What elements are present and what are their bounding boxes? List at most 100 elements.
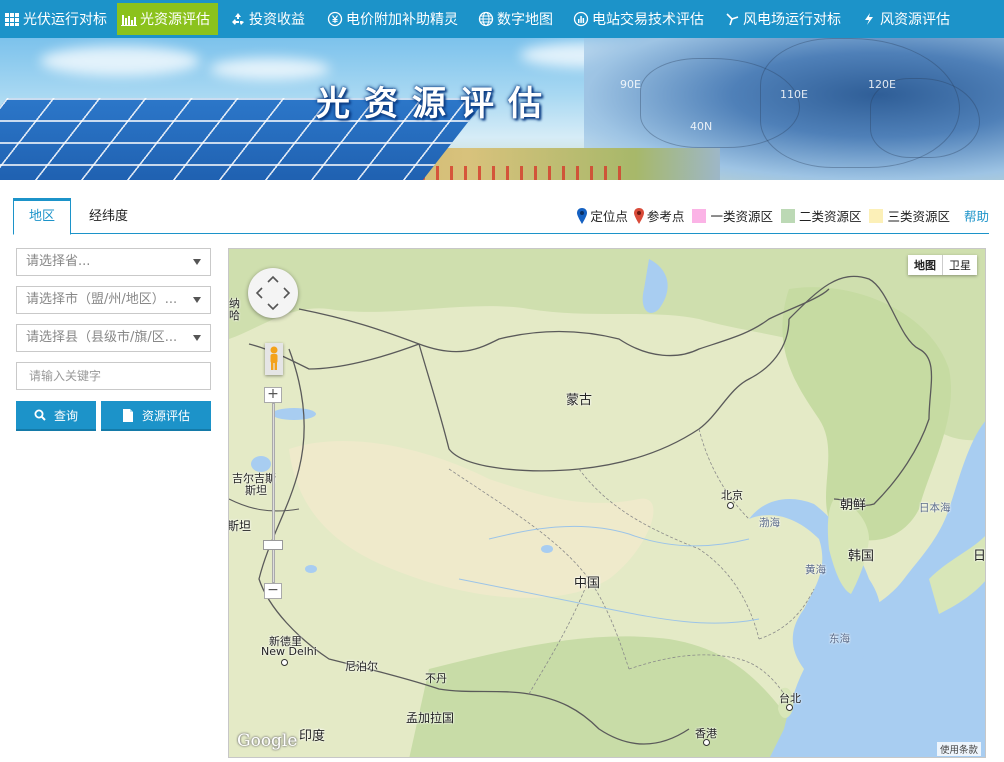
nav-label: 投资收益 — [249, 12, 305, 28]
legend-class3-label: 三类资源区 — [887, 209, 950, 224]
province-select-value: 请选择省... — [26, 254, 91, 269]
map-legend: 定位点 参考点 一类资源区 二类资源区 三类资源区 帮助 — [577, 206, 989, 225]
map-label-sea-of-japan: 日本海 — [919, 502, 951, 514]
assess-button[interactable]: 资源评估 — [101, 401, 211, 431]
recycle-icon — [230, 11, 246, 27]
page-title: 光资源评估 — [316, 84, 556, 124]
yuan-circle-icon — [327, 11, 343, 27]
banner-grid-label: 120E — [868, 78, 896, 91]
nav-label: 电站交易技术评估 — [592, 12, 704, 28]
grid-icon — [4, 11, 20, 27]
google-logo: Google — [237, 731, 298, 751]
legend-reference-label: 参考点 — [646, 209, 685, 224]
city-dot-beijing — [727, 502, 734, 509]
chevron-down-icon — [193, 259, 201, 265]
map-label-kyrgyzstan-2: 斯坦 — [245, 484, 267, 497]
map-view[interactable]: 蒙古 中国 朝鲜 韩国 日本海 日 北京 渤海 黄海 东海 台北 香港 印度 孟… — [228, 248, 986, 758]
map-label-edge-2: 哈 — [229, 309, 240, 322]
city-dot-hongkong — [703, 739, 710, 746]
zoom-in-button[interactable]: + — [264, 387, 282, 403]
banner-cloud — [210, 58, 330, 80]
street-view-pegman[interactable] — [265, 343, 283, 375]
pan-control[interactable] — [248, 268, 298, 318]
document-icon — [122, 408, 133, 422]
map-label-beijing: 北京 — [721, 489, 743, 502]
chevron-down-icon — [193, 297, 201, 303]
zoom-out-button[interactable]: − — [264, 583, 282, 599]
nav-item-wind-resource[interactable]: 风资源评估 — [857, 3, 958, 35]
banner-grid-label: 90E — [620, 78, 641, 91]
map-label-japan: 日 — [973, 549, 986, 564]
map-type-satellite[interactable]: 卫星 — [943, 255, 977, 275]
nav-item-solar-resource[interactable]: 光资源评估 — [117, 3, 218, 35]
help-link[interactable]: 帮助 — [964, 206, 989, 225]
reference-pin-icon — [633, 207, 644, 224]
legend-class3-swatch — [869, 208, 884, 223]
page-banner: 90E 110E 120E 40N 光资源评估 — [0, 38, 1004, 180]
county-select[interactable]: 请选择县（县级市/旗/区... — [16, 324, 211, 352]
wind-icon — [724, 11, 740, 27]
nav-label: 风资源评估 — [880, 12, 950, 28]
map-type-toggle: 地图 卫星 — [908, 255, 977, 275]
map-label-east-sea: 东海 — [829, 633, 850, 645]
chart-circle-icon — [573, 11, 589, 27]
city-select[interactable]: 请选择市（盟/州/地区）... — [16, 286, 211, 314]
keyword-input[interactable] — [16, 362, 211, 390]
legend-class2-label: 二类资源区 — [798, 209, 862, 224]
legend-class1-swatch — [692, 208, 707, 223]
banner-cloud — [40, 46, 200, 76]
map-label-south-korea: 韩国 — [848, 549, 875, 564]
tab-region[interactable]: 地区 — [13, 198, 71, 235]
search-button-label: 查询 — [53, 408, 78, 423]
chevron-down-icon — [193, 335, 201, 341]
map-label-nepal: 尼泊尔 — [345, 660, 378, 673]
nav-label: 风电场运行对标 — [743, 12, 841, 28]
nav-item-digital-map[interactable]: 数字地图 — [474, 3, 561, 35]
map-type-map[interactable]: 地图 — [908, 255, 943, 275]
map-label-bangladesh: 孟加拉国 — [406, 711, 455, 725]
map-label-bohai: 渤海 — [759, 517, 780, 529]
top-nav: 光伏运行对标 光资源评估 投资收益 电价附加补助精灵 数字地图 电站交易技术评估 — [0, 0, 1004, 38]
map-label-yellow-sea: 黄海 — [805, 564, 826, 576]
search-icon — [34, 409, 46, 421]
nav-item-investment[interactable]: 投资收益 — [226, 3, 313, 35]
nav-item-station-trade[interactable]: 电站交易技术评估 — [569, 3, 712, 35]
nav-label: 光资源评估 — [140, 12, 210, 28]
map-base — [229, 249, 985, 757]
zoom-slider-track[interactable] — [272, 403, 275, 583]
pan-arrows-icon — [255, 275, 291, 311]
tab-latlng[interactable]: 经纬度 — [89, 198, 128, 234]
banner-grid-label: 40N — [690, 120, 713, 133]
nav-item-subsidy[interactable]: 电价附加补助精灵 — [323, 3, 466, 35]
terms-link[interactable]: 使用条款 — [936, 742, 981, 756]
nav-item-pv-benchmark[interactable]: 光伏运行对标 — [0, 3, 115, 35]
nav-label: 数字地图 — [497, 12, 553, 28]
map-label-china: 中国 — [574, 576, 601, 591]
city-dot-taipei — [786, 704, 793, 711]
search-button[interactable]: 查询 — [16, 401, 96, 431]
map-label-new-delhi-en: New Delhi — [261, 645, 317, 658]
map-label-india: 印度 — [299, 729, 326, 744]
assess-button-label: 资源评估 — [141, 408, 190, 423]
tab-bar: 地区 经纬度 定位点 参考点 一类资源区 二类资源区 三类资源区 帮助 — [13, 198, 989, 235]
nav-item-wind-benchmark[interactable]: 风电场运行对标 — [720, 3, 849, 35]
nav-label: 光伏运行对标 — [23, 12, 107, 28]
nav-label: 电价附加补助精灵 — [346, 12, 458, 28]
city-dot-new-delhi — [281, 659, 288, 666]
bar-chart-icon — [121, 11, 137, 27]
map-label-edge: 斯坦 — [228, 519, 252, 533]
zoom-slider-handle[interactable] — [263, 540, 283, 550]
province-select[interactable]: 请选择省... — [16, 248, 211, 276]
locate-pin-icon — [577, 207, 588, 224]
globe-icon — [478, 11, 494, 27]
map-label-bhutan: 不丹 — [425, 672, 447, 685]
banner-grid-label: 110E — [780, 88, 808, 101]
legend-class1-label: 一类资源区 — [710, 209, 773, 224]
legend-locate-label: 定位点 — [590, 209, 628, 224]
map-label-north-korea: 朝鲜 — [840, 498, 867, 513]
legend-class2-swatch — [780, 208, 795, 223]
city-select-value: 请选择市（盟/州/地区）... — [26, 292, 178, 307]
pegman-icon — [270, 346, 278, 370]
county-select-value: 请选择县（县级市/旗/区... — [26, 330, 178, 345]
wind-icon — [861, 11, 877, 27]
